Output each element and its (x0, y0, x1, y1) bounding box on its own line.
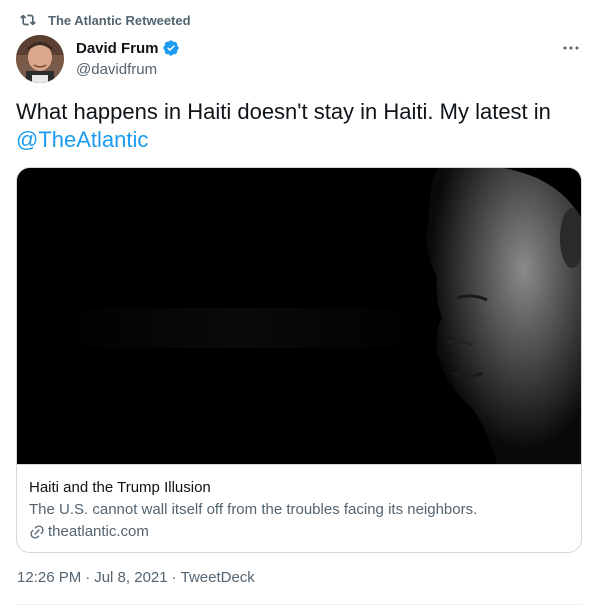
user-handle[interactable]: @davidfrum (76, 60, 180, 80)
retweet-icon (20, 12, 36, 28)
card-domain[interactable]: theatlantic.com (29, 522, 569, 542)
card-title[interactable]: Haiti and the Trump Illusion (29, 478, 569, 498)
display-name[interactable]: David Frum (76, 40, 159, 57)
author-info[interactable]: David Frum @davidfrum (76, 38, 180, 80)
card-meta[interactable]: Haiti and the Trump Illusion The U.S. ca… (29, 478, 569, 542)
more-options-icon[interactable] (561, 40, 581, 56)
verified-badge-icon (162, 39, 180, 57)
card-image[interactable] (17, 168, 581, 465)
link-card[interactable]: Haiti and the Trump Illusion The U.S. ca… (16, 167, 582, 553)
separator: · (85, 569, 91, 586)
divider (16, 604, 583, 605)
avatar[interactable] (16, 35, 64, 83)
card-description: The U.S. cannot wall itself off from the… (29, 501, 478, 518)
retweet-context[interactable]: The Atlantic Retweeted (20, 10, 191, 30)
tweet-time[interactable]: 12:26 PM (17, 569, 81, 586)
separator: · (171, 569, 177, 586)
retweet-label: The Atlantic Retweeted (48, 12, 191, 28)
tweet-metadata: 12:26 PM · Jul 8, 2021 · TweetDeck (17, 569, 255, 586)
tweet-container[interactable]: The Atlantic Retweeted David Frum @david… (0, 0, 599, 607)
tweet-date[interactable]: Jul 8, 2021 (94, 569, 167, 586)
tweet-body: What happens in Haiti doesn't stay in Ha… (16, 99, 551, 124)
link-icon (29, 524, 45, 540)
tweet-source[interactable]: TweetDeck (181, 569, 255, 586)
mention-link[interactable]: @TheAtlantic (16, 127, 148, 152)
tweet-text: What happens in Haiti doesn't stay in Ha… (16, 98, 576, 154)
card-domain-text: theatlantic.com (48, 523, 149, 540)
